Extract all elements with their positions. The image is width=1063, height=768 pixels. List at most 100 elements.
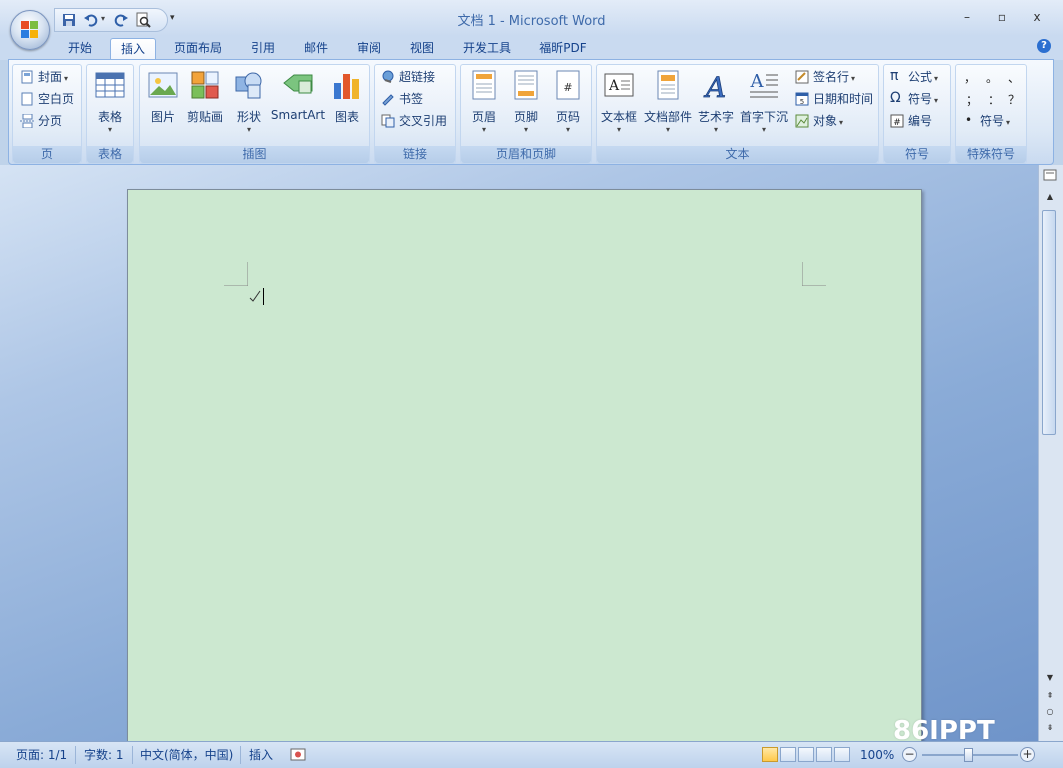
zoom-out-button[interactable]: − (902, 747, 917, 762)
vertical-scrollbar[interactable]: ▲ ▼ ⇞ ○ ⇟ (1038, 165, 1063, 741)
print-layout-view-icon[interactable] (762, 747, 778, 762)
top-left-margin-marker (224, 262, 248, 286)
group-links: 超链接 书签 交叉引用 链接 (374, 64, 456, 164)
previous-page-icon[interactable]: ⇞ (1042, 691, 1058, 705)
special-char-colon[interactable]: ： (988, 91, 1000, 109)
cover-page-button[interactable]: 封面 ▾ (18, 67, 68, 87)
chart-button[interactable]: 图表 (330, 69, 364, 125)
special-char-comma[interactable]: ， (964, 69, 976, 87)
signature-line-button[interactable]: 签名行 ▾ (793, 67, 855, 87)
help-icon[interactable]: ? (1037, 39, 1051, 53)
footer-icon (514, 70, 538, 100)
date-time-button[interactable]: 5 日期和时间 (793, 89, 873, 109)
status-insert-mode[interactable]: 插入 (249, 746, 273, 764)
group-label-special-symbols: 特殊符号 (956, 146, 1026, 163)
outline-view-icon[interactable] (816, 747, 832, 762)
special-symbol-button[interactable]: • 符号 ▾ (960, 111, 1010, 131)
page-number-icon: # (556, 70, 580, 100)
special-char-enum-comma[interactable]: 、 (1008, 69, 1020, 87)
maximize-button[interactable]: ▫ (990, 10, 1014, 28)
symbol-button[interactable]: Ω 符号 ▾ (888, 89, 938, 109)
undo-icon[interactable] (83, 12, 99, 28)
dropdown-arrow-icon: ▾ (934, 96, 939, 105)
dropdown-arrow-icon: ▾ (713, 125, 718, 134)
footer-button[interactable]: 页脚 ▾ (508, 69, 544, 134)
select-browse-object-icon[interactable]: ○ (1042, 707, 1058, 721)
status-separator (132, 746, 133, 764)
special-char-period[interactable]: 。 (986, 69, 998, 87)
wordart-button[interactable]: A 艺术字 ▾ (696, 69, 736, 134)
page-number-button[interactable]: # 页码 ▾ (550, 69, 586, 134)
numbering-button[interactable]: # 编号 (888, 111, 932, 131)
watermark-logo: 86IPPT (893, 716, 995, 746)
scroll-thumb[interactable] (1042, 210, 1056, 435)
paragraph-mark-icon (249, 290, 261, 302)
picture-button[interactable]: 图片 (146, 69, 180, 125)
svg-text:A: A (703, 71, 726, 101)
document-area (0, 165, 1038, 741)
dropdown-arrow-icon: ▾ (565, 125, 570, 134)
tab-home[interactable]: 开始 (60, 38, 100, 60)
print-preview-icon[interactable] (135, 12, 151, 28)
bullet-icon: • (965, 113, 973, 127)
drop-cap-button[interactable]: A 首字下沉 ▾ (739, 69, 789, 134)
smartart-button[interactable]: SmartArt (270, 69, 326, 122)
close-button[interactable]: x (1025, 10, 1049, 28)
document-page[interactable] (127, 189, 922, 741)
tab-references[interactable]: 引用 (243, 38, 283, 60)
undo-dropdown-icon[interactable]: ▾ (101, 14, 105, 23)
special-char-question[interactable]: ？ (1008, 91, 1020, 109)
tab-foxit-pdf[interactable]: 福昕PDF (532, 38, 594, 60)
save-icon[interactable] (61, 12, 77, 28)
dropdown-arrow-icon: ▾ (246, 125, 251, 134)
header-button[interactable]: 页眉 ▾ (466, 69, 502, 134)
cross-reference-button[interactable]: 交叉引用 (379, 111, 447, 131)
customize-qat-icon[interactable]: ▾ (170, 13, 175, 23)
clipart-button[interactable]: 剪贴画 (185, 69, 225, 125)
hyperlink-icon (382, 70, 394, 83)
scroll-down-icon[interactable]: ▼ (1042, 673, 1058, 687)
scroll-up-icon[interactable]: ▲ (1042, 192, 1058, 206)
ruler-toggle-icon[interactable] (1042, 168, 1058, 182)
next-page-icon[interactable]: ⇟ (1042, 723, 1058, 737)
tab-developer[interactable]: 开发工具 (455, 38, 519, 60)
group-header-footer: 页眉 ▾ 页脚 ▾ # 页码 ▾ 页眉和页脚 (460, 64, 592, 164)
web-layout-view-icon[interactable] (798, 747, 814, 762)
chart-icon (334, 74, 359, 99)
tab-mailings[interactable]: 邮件 (296, 38, 336, 60)
tab-page-layout[interactable]: 页面布局 (166, 38, 230, 60)
table-button[interactable]: 表格 ▾ (93, 69, 127, 134)
tab-review[interactable]: 审阅 (349, 38, 389, 60)
tab-insert[interactable]: 插入 (110, 38, 156, 61)
hyperlink-button[interactable]: 超链接 (379, 67, 435, 87)
redo-icon[interactable] (113, 12, 129, 28)
special-char-semicolon[interactable]: ； (966, 91, 978, 109)
page-break-button[interactable]: 分页 (18, 111, 62, 131)
status-language[interactable]: 中文(简体，中国) (140, 746, 233, 764)
number-icon: # (890, 114, 904, 128)
dropdown-arrow-icon: ▾ (851, 74, 856, 83)
draft-view-icon[interactable] (834, 747, 850, 762)
minimize-button[interactable]: – (955, 10, 979, 28)
blank-page-button[interactable]: 空白页 (18, 89, 74, 109)
bookmark-button[interactable]: 书签 (379, 89, 423, 109)
equation-button[interactable]: π 公式 ▾ (888, 67, 938, 87)
full-screen-reading-view-icon[interactable] (780, 747, 796, 762)
zoom-level[interactable]: 100% (860, 746, 894, 764)
quick-parts-button[interactable]: 文档部件 ▾ (643, 69, 693, 134)
textbox-button[interactable]: A 文本框 ▾ (599, 69, 639, 134)
zoom-in-button[interactable]: + (1020, 747, 1035, 762)
shapes-button[interactable]: 形状 ▾ (232, 69, 266, 134)
svg-text:#: # (563, 81, 572, 94)
signature-line-icon (795, 70, 809, 84)
picture-icon (148, 72, 178, 98)
cover-page-icon (21, 70, 33, 84)
zoom-slider-thumb[interactable] (964, 748, 973, 762)
office-button[interactable] (10, 10, 50, 50)
status-page[interactable]: 页面: 1/1 (16, 746, 67, 764)
status-word-count[interactable]: 字数: 1 (84, 746, 124, 764)
macro-record-icon[interactable] (290, 747, 306, 762)
object-button[interactable]: 对象 ▾ (793, 111, 843, 131)
group-label-symbols: 符号 (884, 146, 950, 163)
tab-view[interactable]: 视图 (402, 38, 442, 60)
